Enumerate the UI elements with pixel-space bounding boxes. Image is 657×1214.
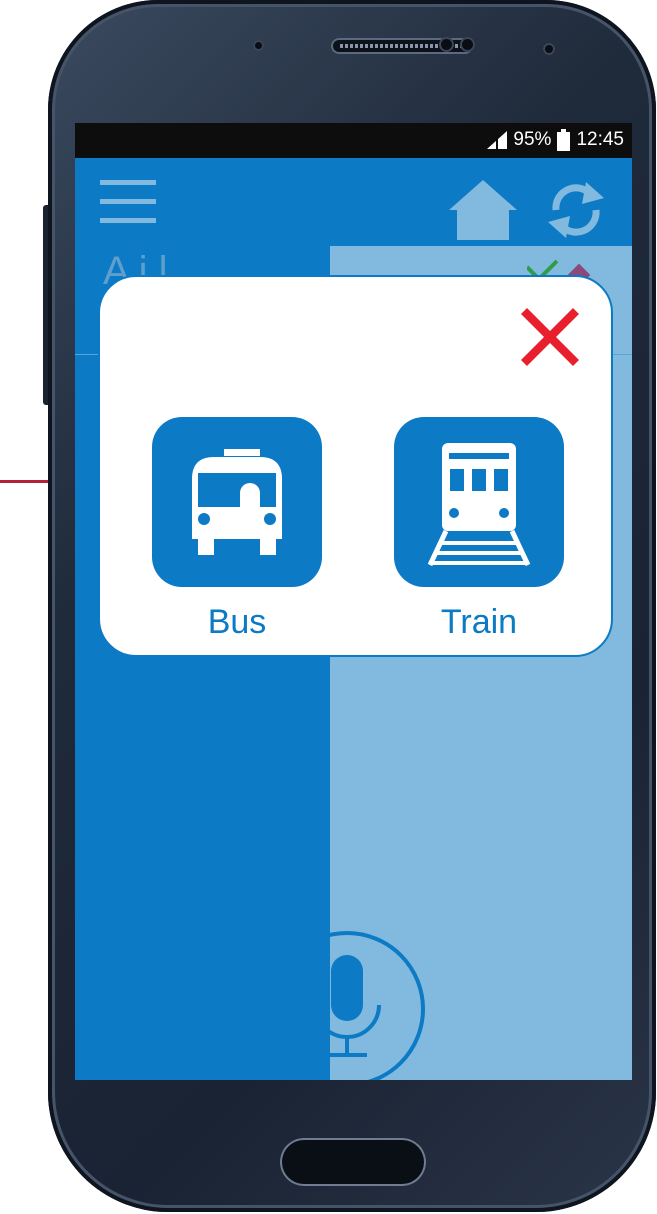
bus-icon	[192, 449, 282, 555]
signal-icon	[487, 131, 508, 149]
bus-option-button[interactable]	[152, 417, 322, 587]
transport-dialog: Bus Train	[98, 275, 613, 657]
phone-screen: 95% 12:45 A i l Bus Train	[75, 123, 632, 1080]
proximity-sensor	[543, 43, 555, 55]
close-button[interactable]	[515, 302, 585, 372]
refresh-icon[interactable]	[542, 176, 610, 244]
microphone-button[interactable]	[255, 913, 425, 1080]
status-bar: 95% 12:45	[75, 123, 632, 158]
train-label: Train	[440, 603, 518, 641]
home-hardware-button[interactable]	[280, 1138, 426, 1186]
front-camera-a	[439, 37, 454, 52]
front-sensor	[253, 40, 264, 51]
train-option-button[interactable]	[394, 417, 564, 587]
battery-percent: 95%	[513, 129, 552, 150]
microphone-icon	[269, 931, 425, 1080]
home-icon[interactable]	[447, 178, 519, 242]
close-x-icon	[521, 308, 579, 366]
battery-icon	[557, 129, 571, 151]
app-bar	[75, 158, 632, 246]
front-camera-b	[460, 37, 475, 52]
bus-label: Bus	[207, 603, 267, 641]
clock: 12:45	[576, 129, 624, 150]
train-icon	[427, 443, 531, 567]
hamburger-icon[interactable]	[100, 180, 156, 224]
